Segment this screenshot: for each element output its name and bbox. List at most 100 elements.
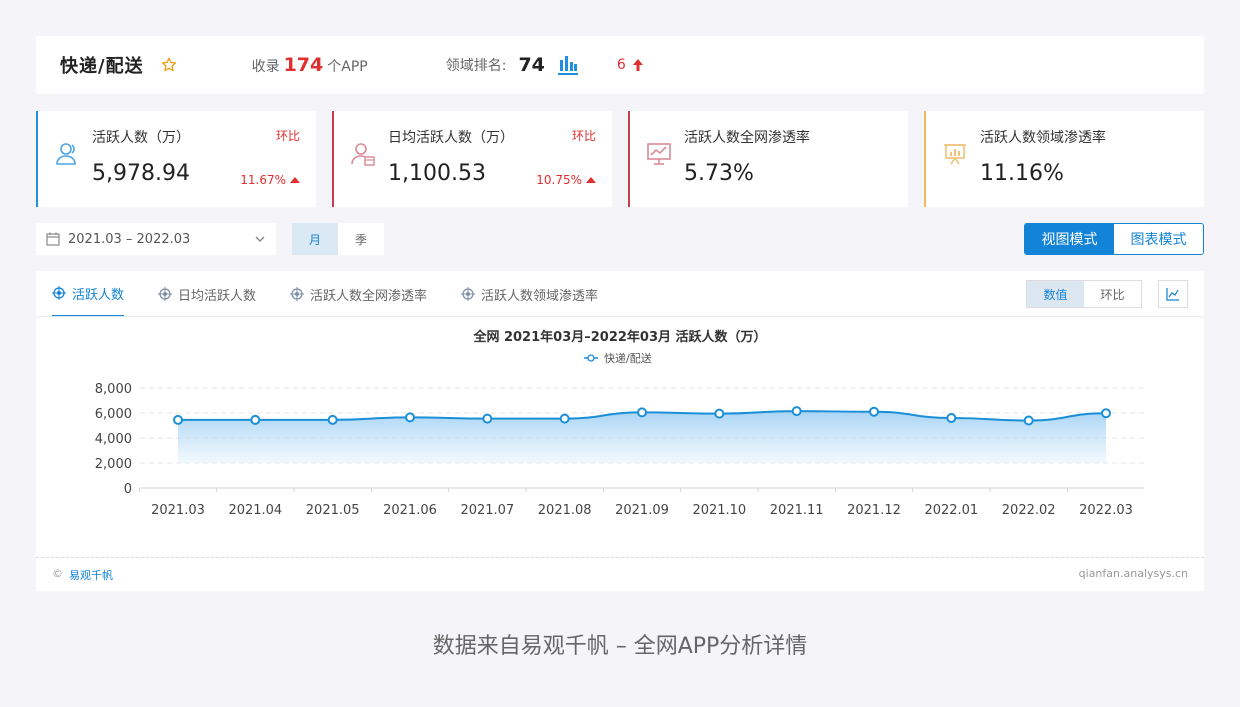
line-chart-icon <box>1166 287 1180 301</box>
header-bar: 快递/配送 收录 174 个APP 领域排名: 74 6 <box>36 36 1204 94</box>
kpi-value: 5.73% <box>684 161 754 186</box>
kpi-hb-label: 环比 <box>276 127 300 144</box>
data-point[interactable] <box>715 410 723 418</box>
data-point[interactable] <box>174 416 182 424</box>
chart-mode-button[interactable]: 图表模式 <box>1114 224 1203 254</box>
data-point[interactable] <box>870 408 878 416</box>
date-range-picker[interactable]: 2021.03 – 2022.03 <box>36 223 276 255</box>
view-mode-button[interactable]: 视图模式 <box>1025 224 1114 254</box>
page-caption: 数据来自易观千帆 – 全网APP分析详情 <box>0 628 1240 660</box>
kpi-value: 1,100.53 <box>388 161 486 186</box>
kpi-card-daily-active-users: 日均活跃人数（万） 1,100.53 环比 10.75% <box>332 111 612 207</box>
x-tick-label: 2021.08 <box>538 503 592 518</box>
kpi-card-network-penetration: 活跃人数全网渗透率 5.73% <box>628 111 908 207</box>
data-point[interactable] <box>947 414 955 422</box>
data-point[interactable] <box>251 416 259 424</box>
footer-url: qianfan.analysys.cn <box>1079 567 1188 580</box>
kpi-change: 11.67% <box>240 173 300 187</box>
calendar-icon <box>46 232 60 246</box>
period-toggle: 月 季 <box>292 223 384 255</box>
kpi-hb-label: 环比 <box>572 127 596 144</box>
tab-label: 活跃人数全网渗透率 <box>310 285 427 304</box>
tab-network-penetration[interactable]: 活跃人数全网渗透率 <box>290 271 427 317</box>
x-tick-label: 2021.05 <box>306 503 360 518</box>
line-chart-toggle-button[interactable] <box>1158 280 1188 308</box>
rank-change: 6 <box>617 57 644 73</box>
kpi-change: 10.75% <box>536 173 596 187</box>
data-point[interactable] <box>1102 409 1110 417</box>
data-point[interactable] <box>329 416 337 424</box>
footer-brand: © 易观千帆 <box>52 567 113 583</box>
value-button[interactable]: 数值 <box>1027 281 1084 307</box>
data-point[interactable] <box>793 407 801 415</box>
rank-label: 领域排名: <box>446 55 507 75</box>
kpi-name: 日均活跃人数（万） <box>388 127 514 147</box>
x-axis: 2021.032021.042021.052021.062021.072021.… <box>139 488 1133 518</box>
data-point[interactable] <box>483 415 491 423</box>
kpi-card-active-users: 活跃人数（万） 5,978.94 环比 11.67% <box>36 111 316 207</box>
metric-tabs: 活跃人数 日均活跃人数 活跃人数全网渗透率 活跃人数领域渗透率 <box>52 271 598 317</box>
rank-change-value: 6 <box>617 57 626 73</box>
tab-domain-penetration[interactable]: 活跃人数领域渗透率 <box>461 271 598 317</box>
active-users-chart: 全网 2021年03月–2022年03月 活跃人数（万） 快递/配送 8,000… <box>36 317 1204 547</box>
y-tick-label: 2,000 <box>95 457 132 472</box>
chevron-down-icon <box>254 233 266 245</box>
x-tick-label: 2021.06 <box>383 503 437 518</box>
legend-label: 快递/配送 <box>604 351 652 365</box>
x-tick-label: 2021.12 <box>847 503 901 518</box>
x-tick-label: 2022.03 <box>1079 503 1133 518</box>
target-icon <box>461 287 475 301</box>
kpi-value: 11.16% <box>980 161 1064 186</box>
arrow-up-icon <box>632 58 644 72</box>
value-toggle: 数值 环比 <box>1026 280 1142 308</box>
date-range-value: 2021.03 – 2022.03 <box>68 232 190 247</box>
tab-label: 日均活跃人数 <box>178 285 256 304</box>
data-point[interactable] <box>1025 417 1033 425</box>
app-count-value: 174 <box>284 54 324 76</box>
chart-panel: 活跃人数 日均活跃人数 活跃人数全网渗透率 活跃人数领域渗透率 数值 环比 全网… <box>36 271 1204 591</box>
y-tick-label: 4,000 <box>95 432 132 447</box>
tab-label: 活跃人数领域渗透率 <box>481 285 598 304</box>
y-tick-label: 6,000 <box>95 407 132 422</box>
tab-active-users[interactable]: 活跃人数 <box>52 271 124 317</box>
tab-daily-active-users[interactable]: 日均活跃人数 <box>158 271 256 317</box>
period-quarter-button[interactable]: 季 <box>338 223 384 255</box>
kpi-card-domain-penetration: 活跃人数领域渗透率 11.16% <box>924 111 1204 207</box>
x-tick-label: 2022.01 <box>924 503 978 518</box>
chart-title: 全网 2021年03月–2022年03月 活跃人数（万） <box>472 329 766 345</box>
kpi-name: 活跃人数（万） <box>92 127 190 147</box>
x-tick-label: 2021.09 <box>615 503 669 518</box>
y-axis: 8,0006,0004,0002,0000 <box>95 382 132 497</box>
rank-value: 74 <box>518 54 544 76</box>
user-calendar-icon <box>350 141 376 167</box>
x-tick-label: 2021.11 <box>770 503 824 518</box>
chart-legend: 快递/配送 <box>584 351 652 365</box>
period-month-button[interactable]: 月 <box>292 223 338 255</box>
x-tick-label: 2021.07 <box>460 503 514 518</box>
star-icon[interactable] <box>160 56 178 74</box>
target-icon <box>158 287 172 301</box>
kpi-name: 活跃人数领域渗透率 <box>980 127 1106 147</box>
triangle-up-icon <box>586 177 596 183</box>
presentation-board-icon <box>942 141 968 167</box>
monitor-chart-icon <box>646 141 672 167</box>
target-icon <box>290 287 304 301</box>
mode-toggle: 视图模式 图表模式 <box>1024 223 1204 255</box>
user-icon <box>54 141 80 167</box>
target-icon <box>52 286 66 300</box>
x-tick-label: 2021.10 <box>692 503 746 518</box>
page-title: 快递/配送 <box>60 52 144 78</box>
x-tick-label: 2022.02 <box>1002 503 1056 518</box>
app-count: 收录 174 个APP <box>252 54 368 76</box>
kpi-value: 5,978.94 <box>92 161 190 186</box>
bar-chart-icon[interactable] <box>557 54 579 76</box>
hb-button[interactable]: 环比 <box>1084 281 1141 307</box>
triangle-up-icon <box>290 177 300 183</box>
data-point[interactable] <box>561 415 569 423</box>
data-point[interactable] <box>406 413 414 421</box>
data-point[interactable] <box>638 408 646 416</box>
kpi-name: 活跃人数全网渗透率 <box>684 127 810 147</box>
y-tick-label: 8,000 <box>95 382 132 397</box>
tab-label: 活跃人数 <box>72 284 124 303</box>
x-tick-label: 2021.04 <box>228 503 282 518</box>
